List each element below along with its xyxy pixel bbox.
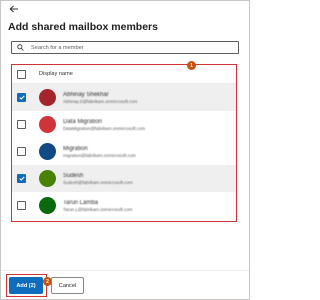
member-info: Data Migration DataMigration@fabrikam.onm… bbox=[63, 119, 145, 131]
checkmark-icon bbox=[18, 95, 25, 100]
member-row[interactable]: Sudesh Sudesh@fabrikam.onmicrosoft.com bbox=[12, 165, 236, 192]
member-name: Sudesh bbox=[63, 172, 84, 179]
avatar bbox=[39, 170, 56, 187]
arrow-left-icon bbox=[9, 5, 18, 13]
member-info: Migration migration@fabrikam.onmicrosoft.… bbox=[63, 146, 136, 158]
list-header: Display name bbox=[12, 65, 236, 84]
member-checkbox[interactable] bbox=[17, 93, 26, 102]
member-name: Data Migration bbox=[63, 118, 103, 125]
avatar bbox=[39, 143, 56, 160]
member-checkbox[interactable] bbox=[17, 201, 26, 210]
avatar bbox=[39, 116, 56, 133]
member-email: migration@fabrikam.onmicrosoft.com bbox=[63, 152, 136, 158]
member-email: Abhinay.S@fabrikam.onmicrosoft.com bbox=[63, 98, 138, 104]
member-checkbox[interactable] bbox=[17, 147, 26, 156]
avatar bbox=[39, 89, 56, 106]
member-row[interactable]: Tarun Lamba Tarun.L@fabrikam.onmicrosoft.… bbox=[12, 192, 236, 219]
member-info: Abhinay Shekhar Abhinay.S@fabrikam.onmicr… bbox=[63, 92, 137, 104]
select-all-checkbox[interactable] bbox=[17, 69, 26, 79]
member-info: Sudesh Sudesh@fabrikam.onmicrosoft.com bbox=[63, 173, 133, 185]
search-icon bbox=[17, 43, 27, 53]
search-box[interactable] bbox=[11, 41, 239, 54]
avatar bbox=[39, 197, 56, 214]
member-info: Tarun Lamba Tarun.L@fabrikam.onmicrosoft.… bbox=[63, 200, 132, 212]
page-title: Add shared mailbox members bbox=[8, 21, 158, 33]
add-button[interactable]: Add (2) bbox=[9, 277, 43, 294]
footer-divider bbox=[1, 270, 249, 271]
checkmark-icon bbox=[18, 176, 25, 181]
callout-badge-1: 1 bbox=[187, 61, 196, 70]
back-button[interactable] bbox=[7, 3, 21, 15]
member-name: Tarun Lamba bbox=[63, 199, 99, 206]
members-list: Display name Abhinay Shekhar Abhinay.S@fa… bbox=[11, 64, 237, 222]
display-name-column-header[interactable]: Display name bbox=[39, 71, 73, 77]
member-row[interactable]: Abhinay Shekhar Abhinay.S@fabrikam.onmicr… bbox=[12, 84, 236, 111]
member-name: Migration bbox=[63, 145, 88, 152]
member-email: Tarun.L@fabrikam.onmicrosoft.com bbox=[63, 206, 133, 212]
cancel-button[interactable]: Cancel bbox=[51, 277, 84, 294]
member-email: Sudesh@fabrikam.onmicrosoft.com bbox=[63, 179, 133, 185]
member-checkbox[interactable] bbox=[17, 174, 26, 183]
search-input[interactable] bbox=[27, 43, 231, 52]
add-members-panel: Add shared mailbox members Display name … bbox=[0, 0, 250, 300]
member-row[interactable]: Migration migration@fabrikam.onmicrosoft.… bbox=[12, 138, 236, 165]
member-checkbox[interactable] bbox=[17, 120, 26, 129]
member-email: DataMigration@fabrikam.onmicrosoft.com bbox=[63, 125, 146, 131]
member-name: Abhinay Shekhar bbox=[63, 91, 109, 98]
member-row[interactable]: Data Migration DataMigration@fabrikam.onm… bbox=[12, 111, 236, 138]
